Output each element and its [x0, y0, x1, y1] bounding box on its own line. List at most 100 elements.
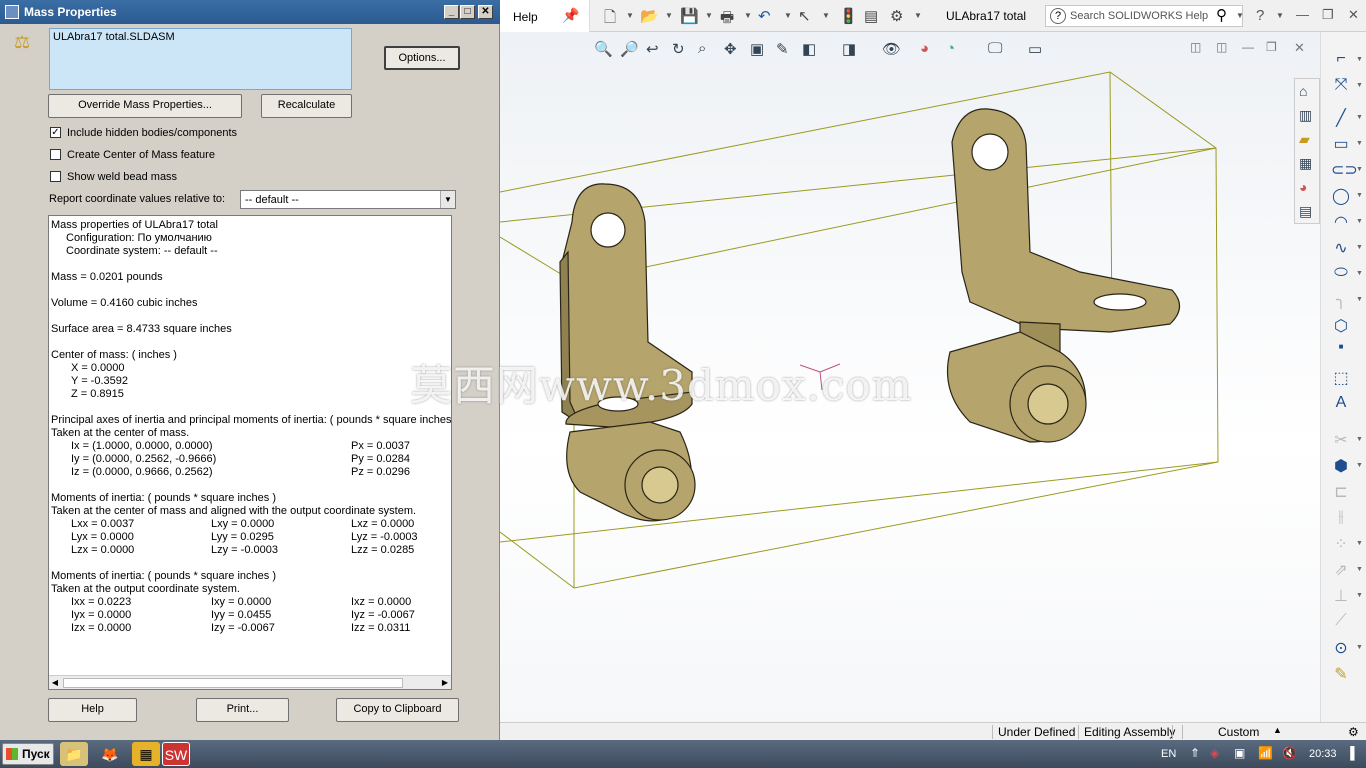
convert-entities-icon[interactable]: ⬢ [1331, 456, 1351, 476]
units-caret-icon[interactable]: ▲ [1273, 725, 1282, 735]
ellipse-icon[interactable]: ⬭ [1331, 264, 1351, 282]
list-item[interactable]: ULAbra17 total.SLDASM [53, 31, 348, 43]
linear-pattern-icon[interactable]: ⁘ [1331, 534, 1351, 554]
app-icon[interactable]: ▦ [132, 742, 160, 766]
save-icon[interactable]: 💾 [680, 7, 699, 25]
trim-icon[interactable]: ✂ [1331, 430, 1351, 450]
chevron-down-icon[interactable]: ▼ [1356, 244, 1363, 251]
chevron-down-icon[interactable]: ▼ [1356, 82, 1363, 89]
chevron-down-icon[interactable]: ▼ [1356, 540, 1363, 547]
chevron-down-icon[interactable]: ▼ [1356, 644, 1363, 651]
solidworks-taskbar-icon[interactable]: SW [162, 742, 190, 766]
settings-gear-icon[interactable]: ⚙ [890, 7, 903, 25]
chevron-down-icon[interactable]: ▼ [626, 11, 634, 20]
search-input[interactable]: Search SOLIDWORKS Help [1070, 10, 1208, 22]
home-icon[interactable]: ⌂ [1299, 83, 1307, 99]
help-button[interactable]: Help [48, 698, 137, 722]
appearances-icon[interactable]: ◕ [1299, 179, 1307, 195]
maximize-icon[interactable]: □ [460, 5, 475, 19]
create-com-checkbox[interactable] [50, 149, 61, 160]
chevron-down-icon[interactable]: ▼ [1356, 192, 1363, 199]
restore-icon[interactable]: ❐ [1322, 7, 1334, 23]
close-icon[interactable]: ✕ [478, 5, 493, 19]
print-icon[interactable]: 🖶 [720, 7, 734, 32]
chevron-down-icon[interactable]: ▼ [1236, 11, 1244, 20]
chevron-down-icon[interactable]: ▼ [1356, 566, 1363, 573]
chevron-down-icon[interactable]: ▼ [1276, 11, 1284, 20]
options-button[interactable]: Options... [384, 46, 460, 70]
include-hidden-checkbox[interactable]: ✓ [50, 127, 61, 138]
select-cursor-icon[interactable]: ↖ [798, 7, 811, 25]
show-desktop-icon[interactable]: ▐ [1346, 746, 1355, 760]
horizontal-scrollbar[interactable]: ◀ ▶ [49, 675, 451, 689]
scroll-right-icon[interactable]: ▶ [439, 676, 451, 689]
minimize-icon[interactable]: _ [444, 5, 459, 19]
rebuild-traffic-light-icon[interactable]: 🚦 [839, 7, 858, 25]
scrollbar-thumb[interactable] [63, 678, 403, 688]
chevron-down-icon[interactable]: ▼ [665, 11, 673, 20]
chevron-down-icon[interactable]: ▼ [914, 11, 922, 20]
chevron-down-icon[interactable]: ▼ [1356, 114, 1363, 121]
start-button[interactable]: Пуск [2, 743, 54, 765]
firefox-icon[interactable]: 🦊 [96, 742, 124, 766]
arc-icon[interactable]: ◠ [1331, 212, 1351, 232]
units-selector[interactable]: Custom [1218, 725, 1259, 739]
results-text-area[interactable]: Mass properties of ULAbra17 total Config… [48, 215, 452, 690]
chevron-down-icon[interactable]: ▼ [1356, 56, 1363, 63]
close-icon[interactable]: ✕ [1348, 7, 1359, 23]
chevron-down-icon[interactable]: ▼ [1356, 436, 1363, 443]
relations-icon[interactable]: ⊥ [1331, 586, 1351, 606]
language-indicator[interactable]: EN [1161, 748, 1176, 760]
move-entities-icon[interactable]: ⇗ [1331, 560, 1351, 580]
minimize-icon[interactable]: — [1296, 7, 1309, 22]
chevron-down-icon[interactable]: ▼ [440, 191, 455, 208]
smart-dimension-icon[interactable]: ⤧ [1331, 76, 1351, 94]
design-library-icon[interactable]: ▥ [1299, 107, 1312, 124]
slot-icon[interactable]: ⊂⊃ [1331, 160, 1358, 180]
centerline-icon[interactable]: ⬚ [1331, 368, 1351, 388]
volume-icon[interactable]: 🔇 [1282, 746, 1297, 760]
chevron-down-icon[interactable]: ▼ [822, 11, 830, 20]
search-icon[interactable]: ⚲ [1216, 6, 1227, 24]
view-palette-icon[interactable]: ▦ [1299, 155, 1312, 172]
undo-icon[interactable]: ↶ [758, 7, 771, 25]
chevron-down-icon[interactable]: ▼ [1356, 270, 1363, 277]
scroll-left-icon[interactable]: ◀ [49, 676, 61, 689]
line-icon[interactable]: ╱ [1331, 108, 1351, 128]
selected-items-list[interactable]: ULAbra17 total.SLDASM [49, 28, 352, 90]
clock[interactable]: 20:33 [1309, 748, 1337, 760]
file-explorer-icon[interactable]: ▰ [1299, 131, 1310, 148]
recalculate-button[interactable]: Recalculate [261, 94, 352, 118]
print-button[interactable]: Print... [196, 698, 289, 722]
tray-expand-icon[interactable]: ⇑ [1190, 746, 1200, 760]
chevron-down-icon[interactable]: ▼ [1356, 218, 1363, 225]
mirror-icon[interactable]: ⫲ [1331, 508, 1351, 526]
weld-bead-checkbox[interactable] [50, 171, 61, 182]
text-icon[interactable]: A [1331, 394, 1351, 412]
offset-icon[interactable]: ⊏ [1331, 482, 1351, 502]
open-folder-icon[interactable]: 📂 [640, 7, 659, 25]
chevron-down-icon[interactable]: ▼ [1356, 592, 1363, 599]
network-icon[interactable]: 📶 [1258, 746, 1273, 760]
point-icon[interactable]: ■ [1331, 342, 1351, 351]
chevron-down-icon[interactable]: ▼ [1356, 462, 1363, 469]
sketch-icon[interactable]: ⌐ [1331, 50, 1351, 68]
repair-sketch-icon[interactable]: ⟋ [1331, 612, 1351, 630]
chevron-down-icon[interactable]: ▼ [784, 11, 792, 20]
help-tab[interactable]: Help 📌 [500, 0, 590, 32]
fillet-icon[interactable]: ╮ [1331, 290, 1351, 310]
graphics-viewport[interactable]: 🔍 🔎 ↩ ↻ ⌕ ✥ ▣ ✎ ◧ ◨ 👁 ◕ ◔ 🖵 ▭ ◫ ◫ — ❐ ✕ [500, 32, 1320, 722]
chevron-down-icon[interactable]: ▼ [1356, 140, 1363, 147]
tray-app-icon[interactable]: ◈ [1210, 746, 1219, 760]
rectangle-icon[interactable]: ▭ [1331, 134, 1351, 154]
circle-icon[interactable]: ◯ [1331, 186, 1351, 206]
settings-icon[interactable]: ⚙ [1348, 725, 1359, 739]
search-help-box[interactable]: ? Search SOLIDWORKS Help ⚲ [1045, 5, 1243, 27]
new-document-icon[interactable]: 🗋 [604, 7, 616, 32]
spline-icon[interactable]: ∿ [1331, 238, 1351, 258]
polygon-icon[interactable]: ⬡ [1331, 316, 1351, 336]
quick-snaps-icon[interactable]: ⊙ [1331, 638, 1351, 658]
explorer-icon[interactable]: 📁 [60, 742, 88, 766]
pin-icon[interactable]: 📌 [562, 7, 579, 24]
file-properties-icon[interactable]: ▤ [864, 7, 878, 25]
